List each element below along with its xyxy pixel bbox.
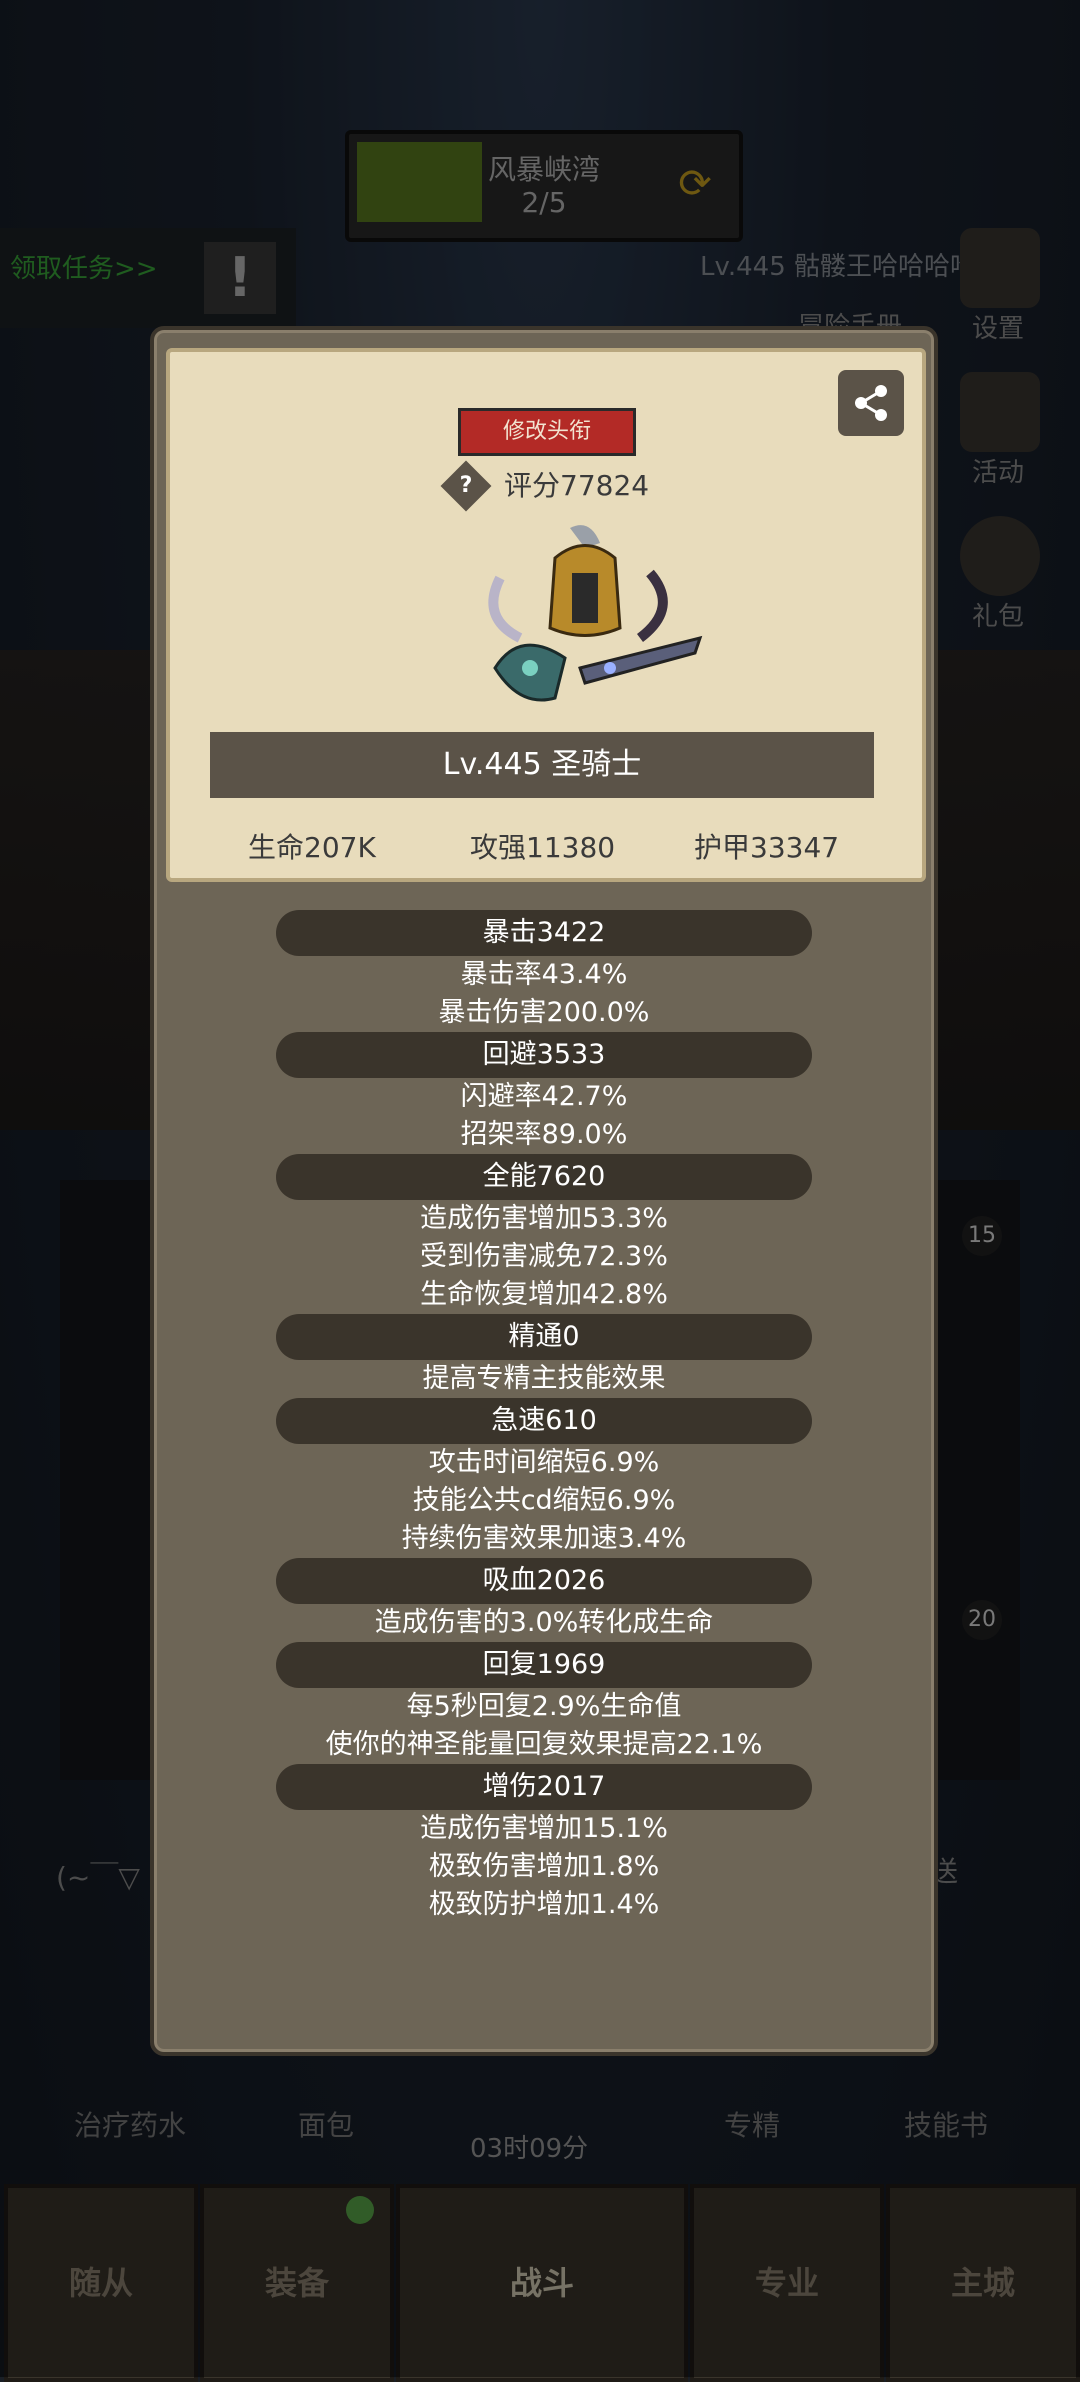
stat-line: 招架率89.0% [460, 1119, 628, 1150]
stat-line: 持续伤害效果加速3.4% [401, 1523, 687, 1554]
stat-line: 受到伤害减免72.3% [420, 1241, 668, 1272]
stat-group: 回避3533 闪避率42.7% 招架率89.0% [154, 1032, 934, 1154]
character-card: 修改头衔 ? 评分77824 Lv.445 圣骑士 生命207K 攻强11380… [166, 348, 926, 882]
stat-line: 暴击率43.4% [460, 959, 628, 990]
stat-line: 闪避率42.7% [460, 1081, 628, 1112]
stat-header: 增伤2017 [276, 1764, 812, 1810]
stat-header: 回复1969 [276, 1642, 812, 1688]
stat-group: 暴击3422 暴击率43.4% 暴击伤害200.0% [154, 910, 934, 1032]
stat-line: 暴击伤害200.0% [438, 997, 650, 1028]
level-class-bar: Lv.445 圣骑士 [210, 732, 874, 798]
stat-line: 造成伤害增加53.3% [420, 1203, 668, 1234]
stat-line: 每5秒回复2.9%生命值 [406, 1691, 682, 1722]
stat-group: 全能7620 造成伤害增加53.3% 受到伤害减免72.3% 生命恢复增加42.… [154, 1154, 934, 1314]
stat-line: 技能公共cd缩短6.9% [412, 1485, 676, 1516]
stats-list: 暴击3422 暴击率43.4% 暴击伤害200.0% 回避3533 闪避率42.… [154, 910, 934, 1924]
stat-line: 使你的神圣能量回复效果提高22.1% [325, 1729, 763, 1760]
hp-stat: 生命207K [248, 831, 376, 864]
help-glyph: ? [459, 473, 473, 498]
stat-line: 极致伤害增加1.8% [428, 1851, 660, 1882]
stat-line: 造成伤害增加15.1% [420, 1813, 668, 1844]
stat-header: 回避3533 [276, 1032, 812, 1078]
stat-line: 造成伤害的3.0%转化成生命 [374, 1607, 714, 1638]
help-icon[interactable]: ? [440, 460, 492, 512]
stat-line: 攻击时间缩短6.9% [428, 1447, 660, 1478]
stat-line: 生命恢复增加42.8% [420, 1279, 668, 1310]
stat-group: 精通0 提高专精主技能效果 [154, 1314, 934, 1398]
score-label: 评分77824 [504, 469, 650, 502]
stat-header: 精通0 [276, 1314, 812, 1360]
stat-group: 急速610 攻击时间缩短6.9% 技能公共cd缩短6.9% 持续伤害效果加速3.… [154, 1398, 934, 1558]
stat-header: 全能7620 [276, 1154, 812, 1200]
stat-header: 吸血2026 [276, 1558, 812, 1604]
stat-group: 回复1969 每5秒回复2.9%生命值 使你的神圣能量回复效果提高22.1% [154, 1642, 934, 1764]
stat-header: 暴击3422 [276, 910, 812, 956]
stat-group: 吸血2026 造成伤害的3.0%转化成生命 [154, 1558, 934, 1642]
character-stats-modal: 修改头衔 ? 评分77824 Lv.445 圣骑士 生命207K 攻强11380… [150, 326, 938, 2056]
share-icon[interactable] [838, 370, 904, 436]
stat-group: 增伤2017 造成伤害增加15.1% 极致伤害增加1.8% 极致防护增加1.4% [154, 1764, 934, 1924]
stat-header: 急速610 [276, 1398, 812, 1444]
paladin-avatar [488, 525, 703, 702]
modify-title-button[interactable]: 修改头衔 [458, 408, 636, 456]
stat-line: 极致防护增加1.4% [428, 1889, 660, 1920]
armor-stat: 护甲33347 [694, 831, 840, 864]
stat-line: 提高专精主技能效果 [422, 1363, 666, 1394]
power-stat: 攻强11380 [470, 831, 616, 864]
